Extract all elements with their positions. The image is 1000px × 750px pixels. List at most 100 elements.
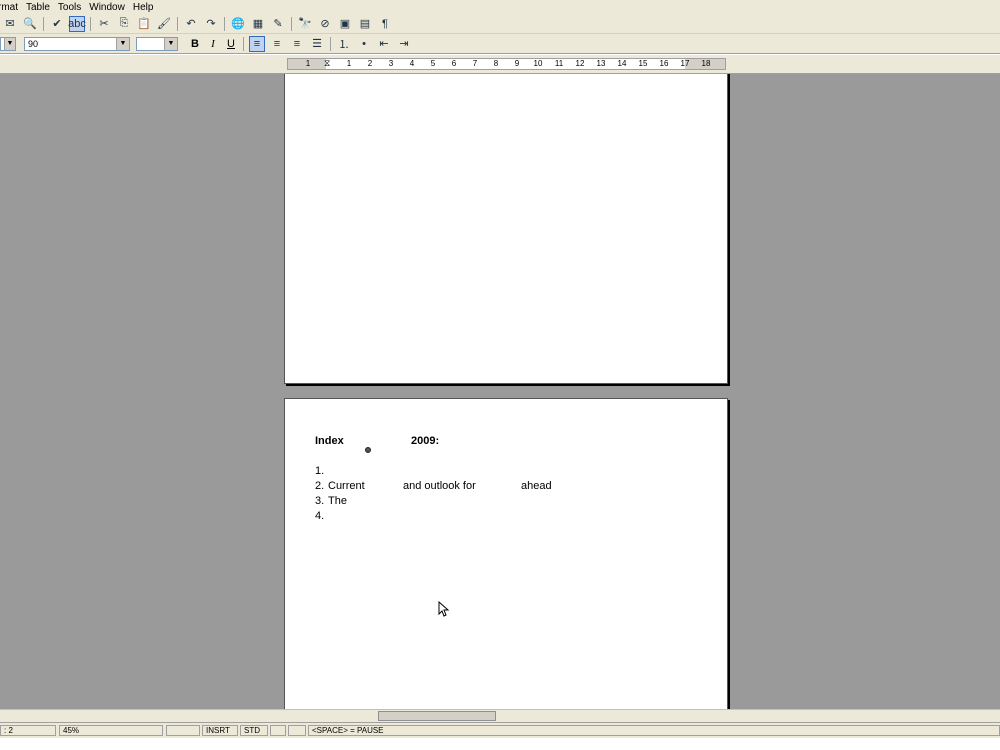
find-replace-icon[interactable]: 🔭 [297,16,313,32]
indent-marker-icon[interactable]: ⧖ [324,58,330,69]
ruler-label: 9 [514,59,520,68]
toolbar-separator [224,16,225,31]
status-field-empty [270,725,286,736]
toolbar-separator [177,16,178,31]
paste-icon[interactable]: 📋 [136,16,152,32]
bottom-strip [0,738,1000,750]
formatting-toolbar: ▼ 90 ▼ ▼ B I U ≡ ≡ ≡ ☰ ⒈ • ⇤ ⇥ [0,34,1000,54]
ruler-label: 7 [472,59,478,68]
chevron-down-icon[interactable]: ▼ [4,37,15,50]
menu-window[interactable]: Window [85,2,129,13]
list-item-number: 3. [315,495,325,507]
mouse-pointer-icon [438,601,450,617]
ruler-label: 11 [554,59,564,68]
menu-format[interactable]: rmat [0,2,22,13]
list-item-text: ahead [521,480,552,492]
toolbar-separator [90,16,91,31]
page-1[interactable] [284,74,728,384]
scrollbar-thumb[interactable] [378,711,496,721]
horizontal-scrollbar[interactable] [0,709,1000,722]
paragraph-style-select[interactable]: ▼ [0,36,16,51]
standard-toolbar: ✉ 🔍 ✔ abc ✂ ⎘ 📋 🖌 ↶ ↷ 🌐 ▦ ✎ 🔭 ⊘ ▣ ▤ ¶ [0,14,1000,34]
align-center-icon[interactable]: ≡ [269,36,285,52]
page-2[interactable]: Index 2009: 1. 2. Current and outlook fo… [284,398,728,709]
ruler-label: 1 [346,59,352,68]
underline-button[interactable]: U [223,36,239,52]
toolbar-separator [243,36,244,51]
formatting-marks-icon[interactable]: ¶ [377,16,393,32]
ruler-label: 15 [638,59,648,68]
insert-mode-indicator[interactable]: INSRT [202,725,238,736]
toolbar-separator [330,36,331,51]
increase-indent-icon[interactable]: ⇥ [396,36,412,52]
font-name-value: 90 [28,38,39,49]
copy-icon[interactable]: ⎘ [116,16,132,32]
page-indicator[interactable]: : 2 [0,725,56,736]
list-item-text: The [328,495,347,507]
data-sources-icon[interactable]: ▤ [357,16,373,32]
bullets-icon[interactable]: • [356,36,372,52]
toolbar-separator [43,16,44,31]
table-icon[interactable]: ▦ [250,16,266,32]
ruler-label: 16 [659,59,669,68]
bold-button[interactable]: B [187,36,203,52]
list-item-number: 2. [315,480,325,492]
status-hint: <SPACE> = PAUSE [308,725,1000,736]
chevron-down-icon[interactable]: ▼ [164,37,177,50]
ruler-label: 1 [305,59,311,68]
menu-help[interactable]: Help [129,2,158,13]
undo-icon[interactable]: ↶ [183,16,199,32]
decrease-indent-icon[interactable]: ⇤ [376,36,392,52]
align-justify-icon[interactable]: ☰ [309,36,325,52]
chevron-down-icon[interactable]: ▼ [116,37,129,50]
zoom-indicator[interactable]: 45% [59,725,163,736]
ruler-label: 6 [451,59,457,68]
email-icon[interactable]: ✉ [2,16,18,32]
ruler-label: 3 [388,59,394,68]
ruler-label: 18 [701,59,711,68]
ruler-bar: 1 1 2 3 4 5 6 7 8 9 10 11 12 13 14 15 16… [0,55,1000,74]
align-right-icon[interactable]: ≡ [289,36,305,52]
show-draw-functions-icon[interactable]: ✎ [270,16,286,32]
horizontal-ruler[interactable]: 1 1 2 3 4 5 6 7 8 9 10 11 12 13 14 15 16… [287,58,726,70]
ruler-label: 17 [680,59,690,68]
ruler-label: 2 [367,59,373,68]
gallery-icon[interactable]: ▣ [337,16,353,32]
list-item-text: Current [328,480,365,492]
ole-object-dot-icon [365,447,371,453]
page-preview-icon[interactable]: 🔍 [22,16,38,32]
ruler-label: 4 [409,59,415,68]
selection-mode-indicator[interactable]: STD [240,725,268,736]
status-field-empty [166,725,200,736]
font-name-select[interactable]: 90 ▼ [24,36,130,51]
hyperlink-icon[interactable]: 🌐 [230,16,246,32]
index-heading: Index [315,435,344,447]
autospellcheck-icon[interactable]: abc [68,15,86,32]
ruler-label: 12 [575,59,585,68]
redo-icon[interactable]: ↷ [203,16,219,32]
format-paintbrush-icon[interactable]: 🖌 [156,16,172,32]
status-field-empty [288,725,306,736]
align-left-icon[interactable]: ≡ [249,35,265,52]
menu-tools[interactable]: Tools [54,2,85,13]
year-heading: 2009: [411,435,440,447]
list-item-number: 4. [315,510,325,522]
document-area[interactable]: Index 2009: 1. 2. Current and outlook fo… [0,74,1000,709]
ruler-label: 8 [493,59,499,68]
italic-button[interactable]: I [205,36,221,52]
spellcheck-icon[interactable]: ✔ [49,16,65,32]
toolbar-separator [291,16,292,31]
menu-bar: rmat Table Tools Window Help [0,0,1000,14]
numbering-icon[interactable]: ⒈ [336,36,352,52]
ruler-label: 5 [430,59,436,68]
navigator-icon[interactable]: ⊘ [317,16,333,32]
ruler-label: 13 [596,59,606,68]
list-item-text: and outlook for [403,480,476,492]
font-size-select[interactable]: ▼ [136,36,178,51]
ruler-label: 14 [617,59,627,68]
list-item-number: 1. [315,465,325,477]
cut-icon[interactable]: ✂ [96,16,112,32]
menu-table[interactable]: Table [22,2,54,13]
ruler-label: 10 [533,59,543,68]
status-bar: : 2 45% INSRT STD <SPACE> = PAUSE [0,722,1000,739]
